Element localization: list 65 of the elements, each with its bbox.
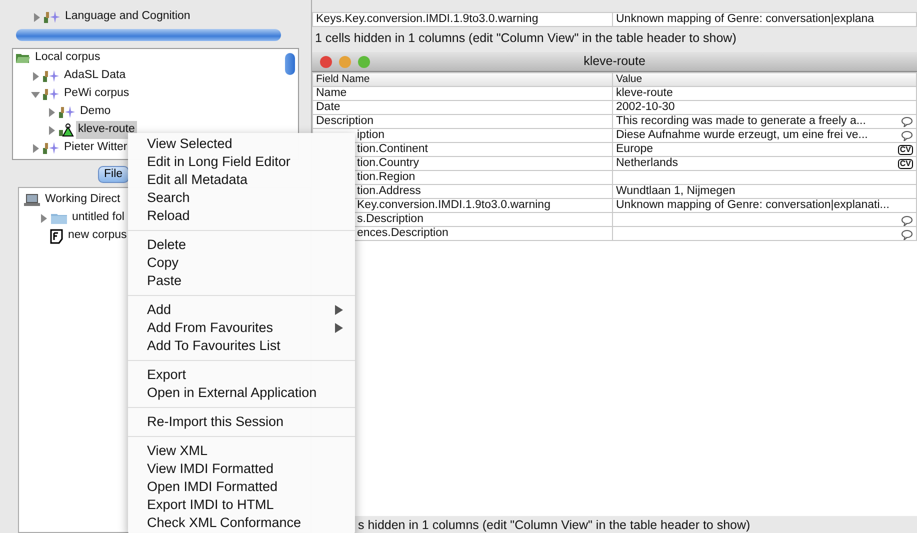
file-icon bbox=[50, 228, 64, 244]
menu-item[interactable]: View XML bbox=[128, 442, 355, 460]
folder-icon bbox=[50, 212, 68, 224]
column-header[interactable]: Value bbox=[612, 72, 916, 86]
tab[interactable]: File bbox=[98, 166, 129, 183]
table-cell: Description bbox=[312, 114, 612, 128]
comment-icon[interactable] bbox=[901, 117, 913, 127]
menu-item[interactable]: Open IMDI Formatted bbox=[128, 478, 355, 496]
tree-item[interactable]: Demo bbox=[78, 103, 113, 121]
expand-arrow-icon[interactable] bbox=[31, 72, 40, 80]
menu-item[interactable]: Add To Favourites List bbox=[128, 337, 355, 355]
window-title: kleve-route bbox=[582, 53, 646, 70]
comment-icon[interactable] bbox=[901, 230, 913, 240]
menu-item[interactable]: Add bbox=[128, 301, 355, 319]
tree-item[interactable]: kleve-route bbox=[76, 121, 137, 139]
menu-item[interactable]: View IMDI Formatted bbox=[128, 460, 355, 478]
expand-arrow-icon[interactable] bbox=[32, 12, 41, 22]
table-cell: 2002-10-30 bbox=[612, 100, 916, 114]
menu-item[interactable]: Re-Import this Session bbox=[128, 413, 355, 431]
table-cell: Unknown mapping of Genre: conversation|explanati... bbox=[612, 198, 916, 212]
session-icon bbox=[58, 123, 74, 137]
table-cell: Netherlands CV bbox=[612, 156, 916, 170]
expand-arrow-icon[interactable] bbox=[39, 214, 48, 222]
corpus-icon bbox=[42, 69, 60, 83]
table-cell: Europe CV bbox=[612, 142, 916, 156]
tree-item[interactable]: new corpus bbox=[66, 227, 129, 245]
status-text: 1 cells hidden in 1 columns (edit "Column View" in the table header to show) bbox=[314, 30, 738, 46]
column-header[interactable]: Field Name bbox=[312, 72, 612, 86]
menu-item[interactable]: Export bbox=[128, 366, 355, 384]
table-cell: Diese Aufnahme wurde erzeugt, um eine frei ve... bbox=[612, 128, 916, 142]
table-cell: Name bbox=[312, 86, 612, 100]
table-cell: Unknown mapping of Genre: conversation|explana bbox=[612, 12, 916, 26]
corpus-icon bbox=[42, 141, 60, 155]
comment-icon[interactable] bbox=[901, 131, 913, 141]
corpus-icon bbox=[43, 10, 61, 24]
corpus-icon bbox=[42, 87, 60, 101]
menu-item[interactable]: Open in External Application bbox=[128, 384, 355, 402]
scrollbar-thumb[interactable] bbox=[285, 53, 295, 75]
comment-icon[interactable] bbox=[901, 216, 913, 226]
computer-icon bbox=[23, 193, 41, 207]
cv-badge[interactable]: CV bbox=[898, 145, 913, 155]
tree-item[interactable]: Pieter Witter bbox=[62, 139, 130, 157]
table-cell: This recording was made to generate a freely a... bbox=[612, 114, 916, 128]
menu-item[interactable]: Add From Favourites bbox=[128, 319, 355, 337]
tree-item[interactable]: AdaSL Data bbox=[62, 67, 128, 85]
horizontal-scrollbar[interactable] bbox=[16, 29, 281, 41]
menu-item[interactable]: Export IMDI to HTML bbox=[128, 496, 355, 514]
folder-icon bbox=[15, 52, 31, 64]
tree-item[interactable]: PeWi corpus bbox=[62, 85, 132, 103]
tree-item[interactable]: Local corpus bbox=[33, 49, 102, 67]
expand-arrow-icon[interactable] bbox=[31, 144, 40, 152]
expand-arrow-icon[interactable] bbox=[31, 90, 40, 98]
tree-item[interactable]: Working Direct bbox=[43, 191, 122, 209]
table-cell: Date bbox=[312, 100, 612, 114]
menu-item[interactable]: Copy bbox=[128, 254, 355, 272]
table-cell: Wundtlaan 1, Nijmegen bbox=[612, 184, 916, 198]
expand-arrow-icon[interactable] bbox=[47, 126, 56, 134]
table-cell: kleve-route bbox=[612, 86, 916, 100]
tree-item[interactable]: untitled fol bbox=[70, 209, 126, 227]
tree-item[interactable]: Language and Cognition bbox=[63, 8, 192, 26]
menu-item[interactable]: Paste bbox=[128, 272, 355, 290]
expand-arrow-icon[interactable] bbox=[47, 108, 56, 116]
table-cell: Keys.Key.conversion.IMDI.1.9to3.0.warning bbox=[312, 12, 612, 26]
cv-badge[interactable]: CV bbox=[898, 159, 913, 169]
corpus-icon bbox=[58, 105, 76, 119]
